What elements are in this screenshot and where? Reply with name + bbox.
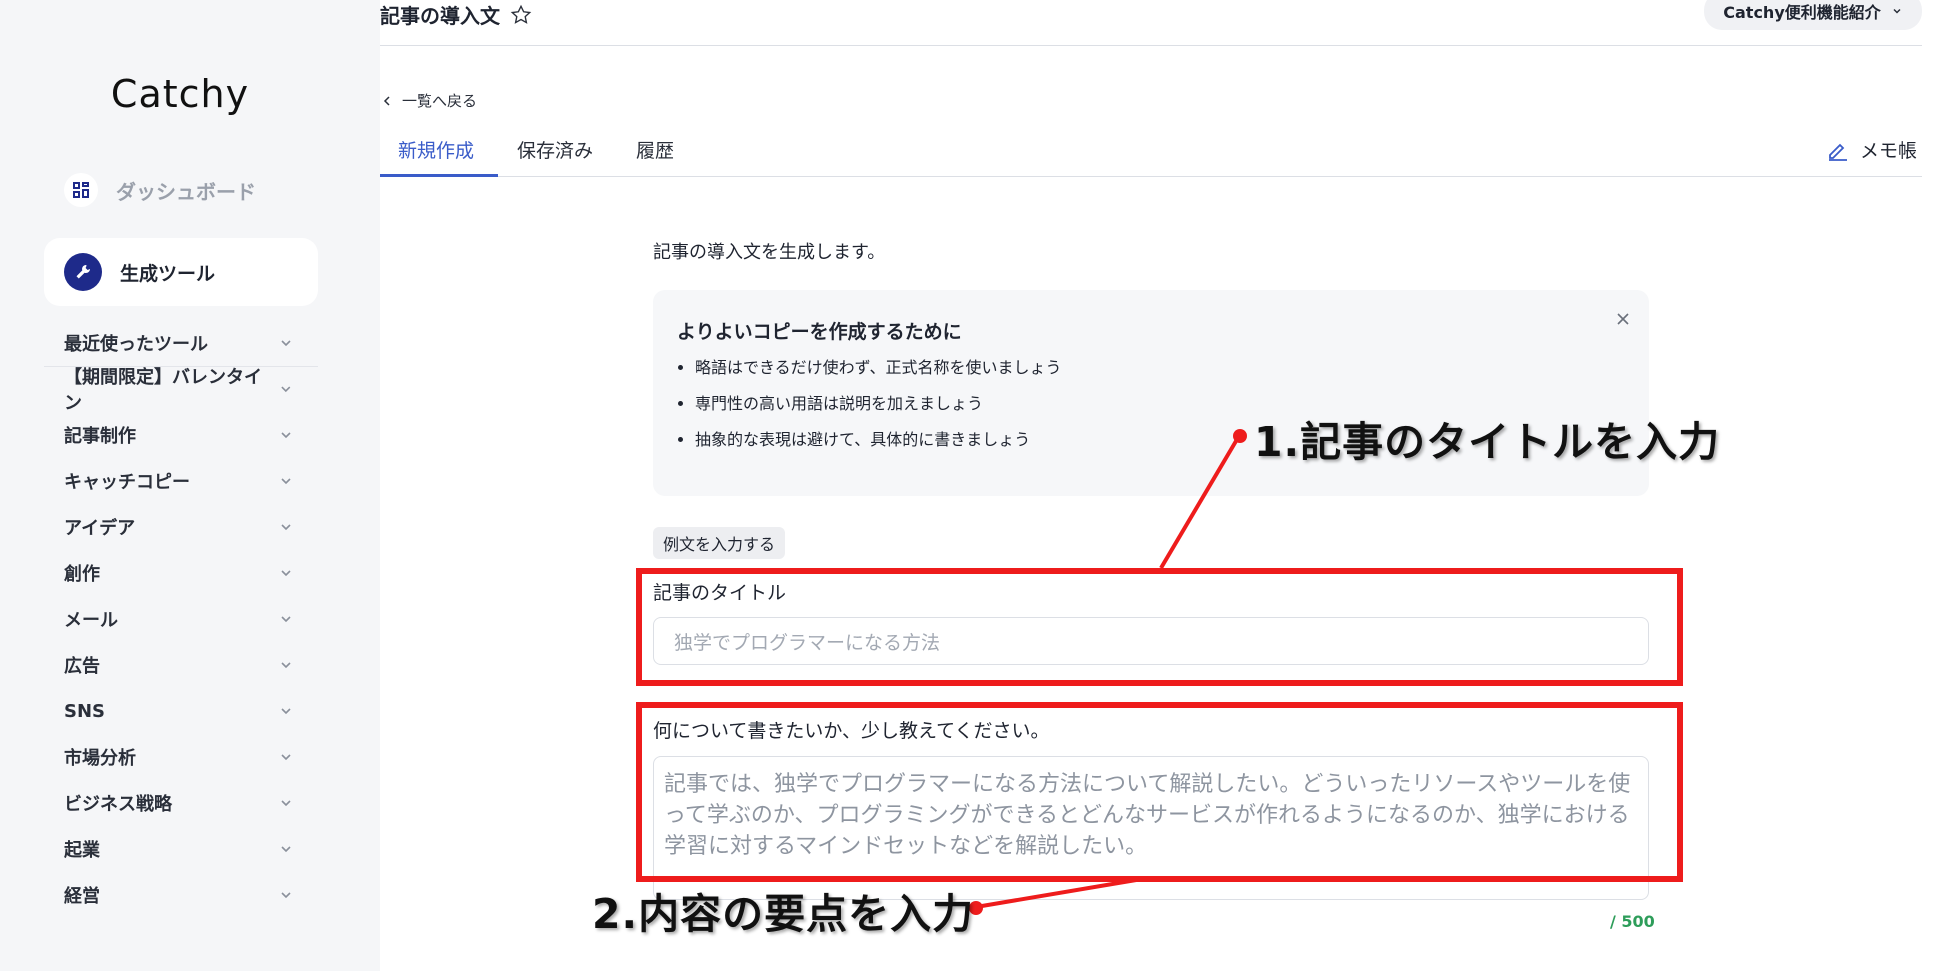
chevron-down-icon	[281, 478, 291, 485]
tabs-divider	[380, 176, 1922, 177]
chevron-down-icon	[281, 432, 291, 439]
sidebar-category-sns[interactable]: SNS	[64, 688, 296, 734]
sidebar-category-valentine[interactable]: 【期間限定】バレンタイン	[64, 366, 296, 414]
grid-icon	[64, 173, 98, 207]
chevron-down-icon	[281, 754, 291, 761]
header-divider	[380, 45, 1922, 46]
fill-example-button[interactable]: 例文を入力する	[653, 527, 786, 559]
tips-title: よりよいコピーを作成するために	[677, 321, 962, 343]
character-counter: / 500	[1610, 912, 1655, 931]
highlight-box-title	[636, 568, 1683, 686]
tool-description: 記事の導入文を生成します。	[653, 242, 886, 263]
chevron-down-icon	[281, 846, 291, 853]
chevron-down-icon	[281, 892, 291, 899]
tab-saved[interactable]: 保存済み	[517, 136, 593, 163]
sidebar-item-generation-tools[interactable]: 生成ツール	[44, 238, 318, 306]
chevron-down-icon	[281, 340, 291, 347]
sidebar: Catchy ダッシュボード 生成ツール 最近使ったツール 【期間限定】バレンタ…	[0, 0, 380, 971]
sidebar-category-recent[interactable]: 最近使ったツール	[64, 320, 296, 366]
sidebar-category-mail[interactable]: メール	[64, 596, 296, 642]
chevron-down-icon	[281, 662, 291, 669]
chevron-down-icon	[281, 524, 291, 531]
tab-new[interactable]: 新規作成	[398, 136, 474, 163]
pencil-icon	[1829, 143, 1847, 161]
sidebar-item-dashboard[interactable]: ダッシュボード	[64, 172, 256, 208]
star-icon[interactable]	[510, 4, 532, 26]
sidebar-item-label: ダッシュボード	[116, 179, 256, 204]
chevron-down-icon	[281, 570, 291, 577]
chevron-down-icon	[281, 800, 291, 807]
annotation-callout-title: 1.記事のタイトルを入力	[1254, 418, 1721, 466]
list-item: 専門性の高い用語は説明を加えましょう	[695, 386, 1062, 422]
sidebar-category-article[interactable]: 記事制作	[64, 412, 296, 458]
sidebar-category-business[interactable]: ビジネス戦略	[64, 780, 296, 826]
list-item: 抽象的な表現は避けて、具体的に書きましょう	[695, 422, 1062, 458]
sidebar-category-creative[interactable]: 創作	[64, 550, 296, 596]
sidebar-category-management[interactable]: 経営	[64, 872, 296, 918]
wrench-icon	[64, 253, 102, 291]
back-link[interactable]: 一覧へ戻る	[382, 90, 477, 111]
memo-button[interactable]: メモ帳	[1826, 136, 1917, 163]
chevron-down-icon	[281, 616, 291, 623]
active-tab-indicator	[380, 174, 498, 177]
sidebar-category-ads[interactable]: 広告	[64, 642, 296, 688]
feature-intro-button[interactable]: Catchy便利機能紹介	[1704, 0, 1922, 30]
chevron-down-icon	[1893, 8, 1901, 14]
sidebar-category-market[interactable]: 市場分析	[64, 734, 296, 780]
page-title: 記事の導入文	[380, 4, 500, 28]
page-title-row: 記事の導入文	[380, 0, 532, 29]
tips-list: 略語はできるだけ使わず、正式名称を使いましょう 専門性の高い用語は説明を加えまし…	[671, 350, 1062, 458]
chevron-down-icon	[281, 708, 291, 715]
chevron-down-icon	[281, 386, 291, 393]
sidebar-category-startup[interactable]: 起業	[64, 826, 296, 872]
sidebar-category-idea[interactable]: アイデア	[64, 504, 296, 550]
sidebar-item-label: 生成ツール	[120, 262, 216, 285]
list-item: 略語はできるだけ使わず、正式名称を使いましょう	[695, 350, 1062, 386]
close-icon[interactable]	[1614, 310, 1632, 328]
tab-history[interactable]: 履歴	[636, 136, 674, 163]
highlight-box-content	[636, 702, 1683, 882]
chevron-left-icon	[383, 95, 390, 106]
app-logo[interactable]: Catchy	[0, 72, 360, 116]
sidebar-category-catchcopy[interactable]: キャッチコピー	[64, 458, 296, 504]
annotation-callout-content: 2.内容の要点を入力	[592, 890, 975, 938]
